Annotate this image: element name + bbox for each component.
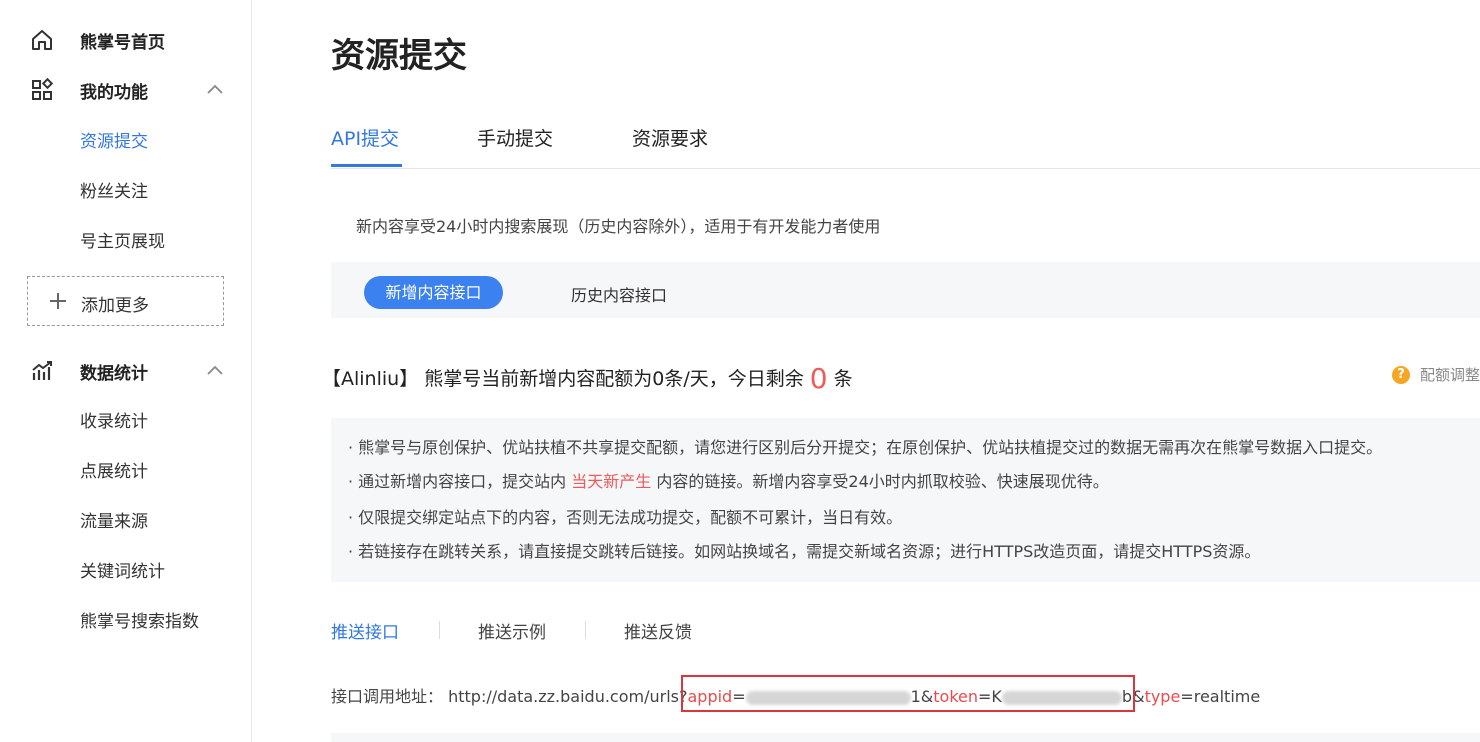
tab-push-example[interactable]: 推送示例 (478, 618, 546, 643)
main-tabs: API提交 手动提交 资源要求 (331, 124, 1480, 169)
add-more-label: 添加更多 (81, 296, 149, 316)
quota-adjust-link[interactable]: ? 配额调整 (1392, 364, 1480, 385)
bottom-panel-edge (331, 733, 1480, 742)
nav-home-label: 熊掌号首页 (80, 32, 165, 53)
interface-toggle: 新增内容接口 历史内容接口 (331, 262, 1480, 318)
new-content-interface-button[interactable]: 新增内容接口 (364, 276, 503, 309)
chevron-up-icon[interactable] (205, 80, 225, 100)
tab-push-interface[interactable]: 推送接口 (331, 618, 399, 643)
nav-my-functions[interactable]: 我的功能 (0, 70, 251, 110)
chevron-up-icon[interactable] (205, 361, 225, 381)
tab-divider (585, 621, 586, 639)
note-2-prefix: · 通过新增内容接口，提交站内 (348, 472, 567, 491)
sidebar: 熊掌号首页 我的功能 资源提交 粉丝关注 号主页展现 添加更多 数据统计 收录统… (0, 0, 252, 742)
home-icon (32, 30, 52, 50)
api-url-label: 接口调用地址： (331, 687, 444, 706)
nav-data-stats-label: 数据统计 (80, 363, 148, 384)
quota-info: 【Alinliu】 熊掌号当前新增内容配额为0条/天，今日剩余 0 条 (322, 362, 853, 395)
add-more-button[interactable]: 添加更多 (27, 276, 224, 326)
nav-my-functions-label: 我的功能 (80, 82, 148, 103)
page-title: 资源提交 (331, 36, 467, 76)
stats-chart-icon (32, 361, 52, 380)
sidebar-item-traffic-source[interactable]: 流量来源 (80, 507, 148, 532)
tab-api-submit[interactable]: API提交 (331, 124, 399, 151)
note-2-highlight: 当天新产生 (571, 472, 652, 491)
notes-box: · 熊掌号与原创保护、优站扶植不共享提交配额，请您进行区别后分开提交；在原创保护… (331, 418, 1480, 582)
sidebar-item-search-index[interactable]: 熊掌号搜索指数 (80, 607, 199, 632)
tab-resource-requirements[interactable]: 资源要求 (632, 124, 708, 151)
api-url-base: http://data.zz.baidu.com/urls (448, 687, 679, 706)
question-icon: ? (1392, 365, 1410, 384)
note-2-suffix: 内容的链接。新增内容享受24小时内抓取校验、快速展现优待。 (656, 472, 1109, 491)
plus-icon (50, 293, 66, 309)
note-1: · 熊掌号与原创保护、优站扶植不共享提交配额，请您进行区别后分开提交；在原创保护… (348, 438, 1383, 457)
api-description: 新内容享受24小时内搜索展现（历史内容除外），适用于有开发能力者使用 (356, 217, 881, 236)
sidebar-item-resource-submit[interactable]: 资源提交 (80, 127, 148, 152)
tab-divider (439, 621, 440, 639)
note-2: · 通过新增内容接口，提交站内 当天新产生 内容的链接。新增内容享受24小时内抓… (348, 468, 1109, 492)
sidebar-item-keyword-stats[interactable]: 关键词统计 (80, 557, 165, 582)
quota-suffix: 条 (833, 368, 853, 390)
param-type: type (1144, 687, 1181, 706)
tab-active-underline (331, 164, 402, 167)
note-4: · 若链接存在跳转关系，请直接提交跳转后链接。如网站换域名，需提交新域名资源；进… (348, 542, 1261, 561)
api-url-v3: =realtime (1180, 687, 1261, 706)
quota-prefix: 【Alinliu】 熊掌号当前新增内容配额为0条/天，今日剩余 (322, 368, 804, 390)
note-3: · 仅限提交绑定站点下的内容，否则无法成功提交，配额不可累计，当日有效。 (348, 508, 903, 527)
sidebar-item-fans[interactable]: 粉丝关注 (80, 177, 148, 202)
tab-push-feedback[interactable]: 推送反馈 (624, 618, 692, 643)
nav-data-stats[interactable]: 数据统计 (0, 351, 251, 391)
highlight-box (681, 675, 1135, 712)
quota-remaining: 0 (809, 362, 828, 395)
grid-icon (32, 78, 54, 100)
sidebar-item-click-display-stats[interactable]: 点展统计 (80, 457, 148, 482)
nav-home[interactable]: 熊掌号首页 (0, 20, 251, 60)
sidebar-item-index-stats[interactable]: 收录统计 (80, 407, 148, 432)
tab-manual-submit[interactable]: 手动提交 (477, 124, 553, 151)
quota-adjust-label: 配额调整 (1420, 366, 1480, 384)
history-content-interface-button[interactable]: 历史内容接口 (571, 282, 667, 306)
sidebar-item-homepage-display[interactable]: 号主页展现 (80, 227, 165, 252)
